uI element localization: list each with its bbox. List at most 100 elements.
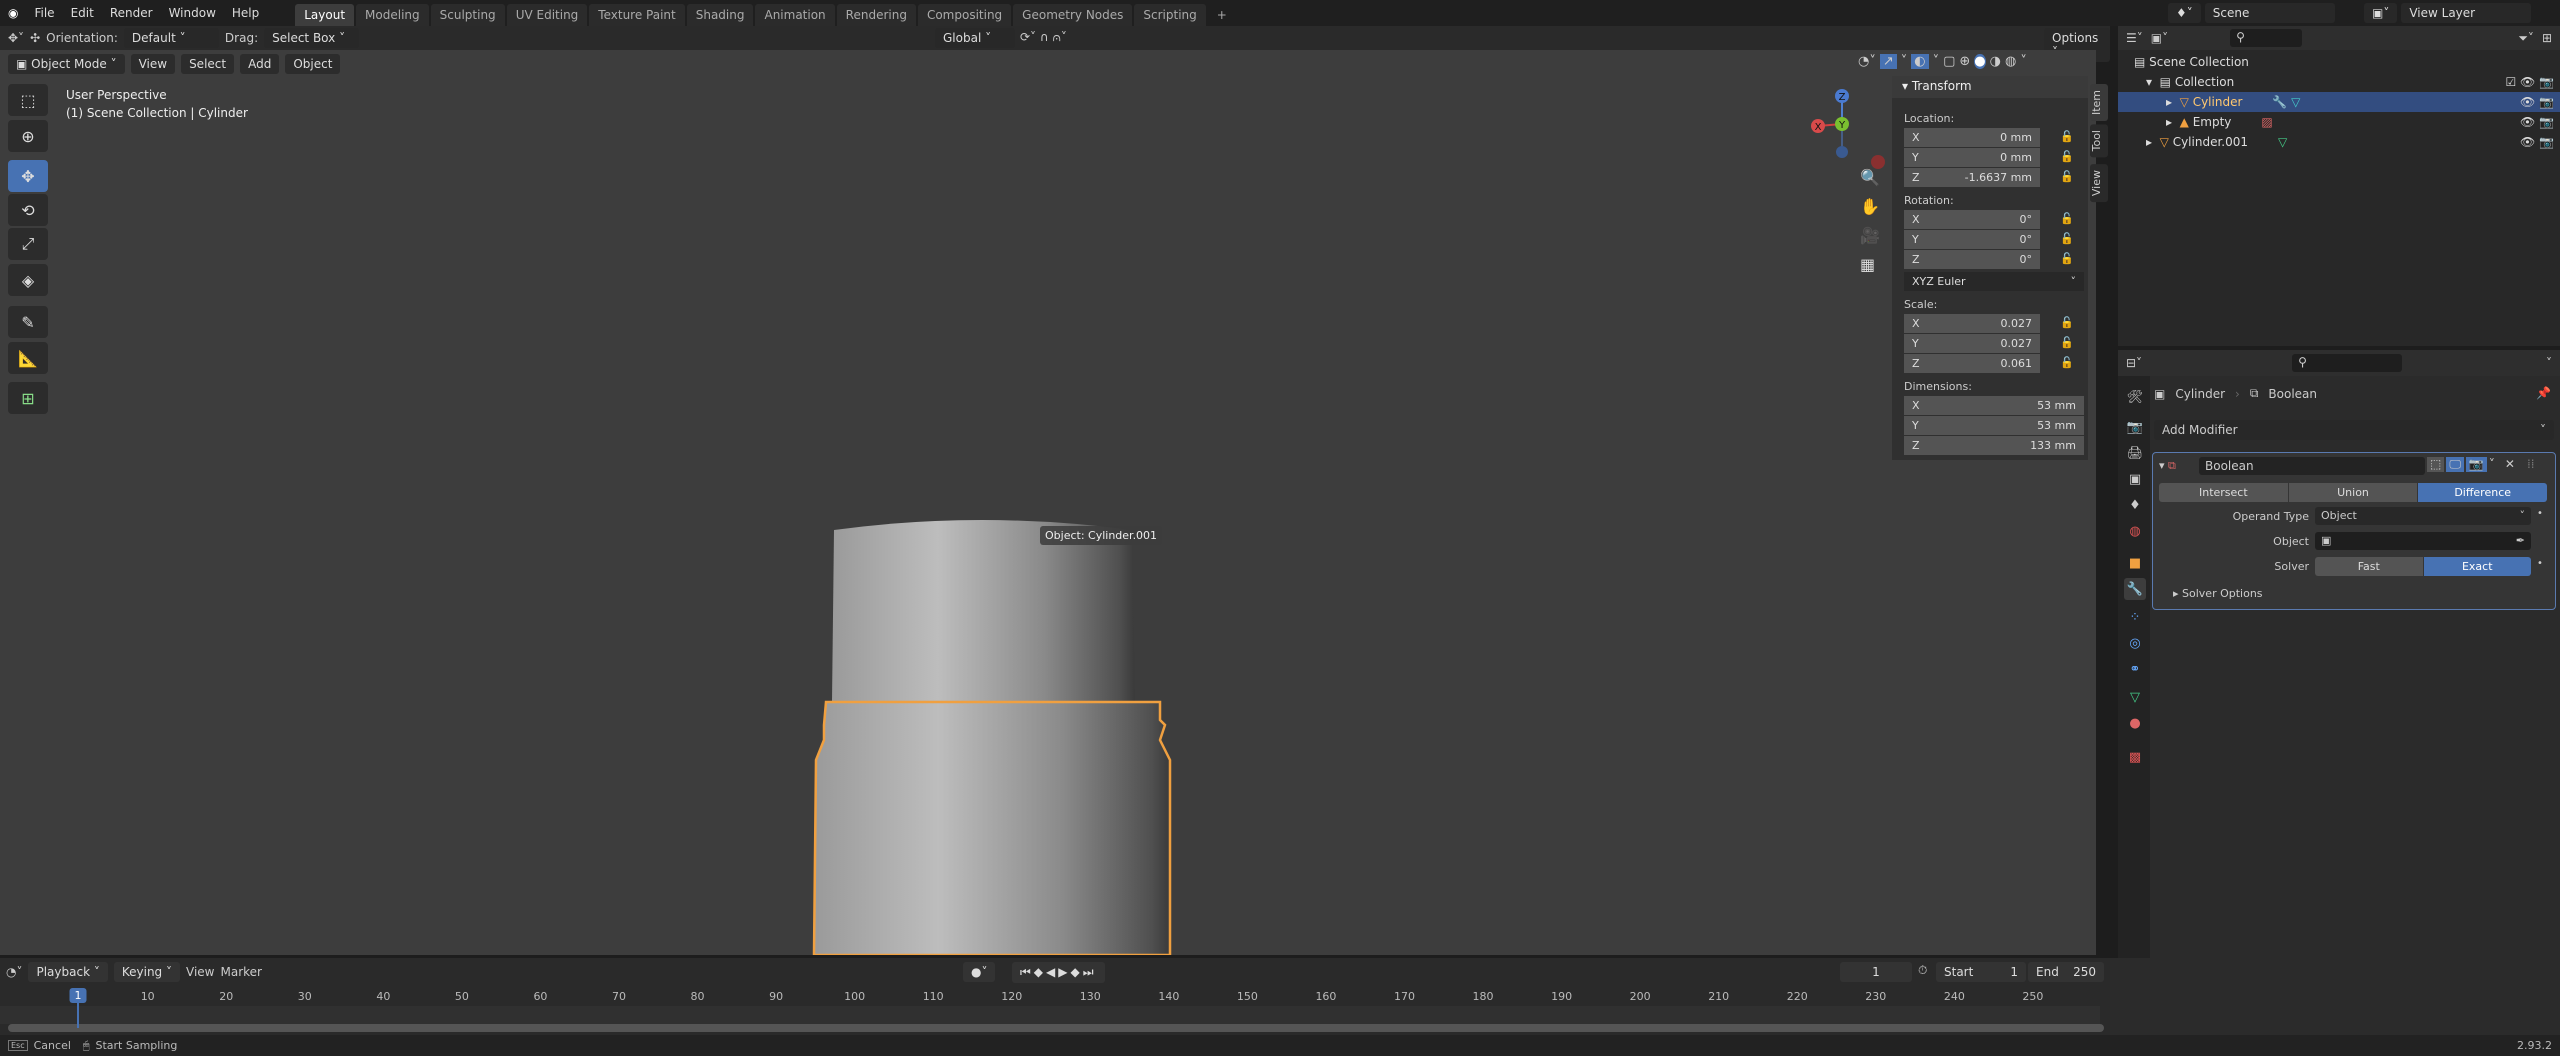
rotation-z-field[interactable]: Z 0° bbox=[1904, 250, 2040, 269]
solver-options-subpanel[interactable]: ▸ Solver Options bbox=[2173, 587, 2263, 600]
material-shading-icon[interactable]: ◑ bbox=[1990, 54, 2001, 69]
scale-tool-icon[interactable]: ⤢ bbox=[8, 228, 48, 260]
physics-tab-icon[interactable]: ◎ bbox=[2124, 632, 2146, 654]
scale-z-field[interactable]: Z 0.061 bbox=[1904, 354, 2040, 373]
rendered-shading-icon[interactable]: ◍ bbox=[2005, 54, 2016, 69]
dimensions-x-field[interactable]: X 53 mm bbox=[1904, 396, 2084, 415]
menu-render[interactable]: Render bbox=[102, 6, 161, 20]
display-mode-icon[interactable]: ☰˅ bbox=[2126, 31, 2143, 45]
operation-difference[interactable]: Difference bbox=[2418, 483, 2547, 502]
visibility-icon[interactable]: ◔˅ bbox=[1858, 54, 1876, 69]
material-tab-icon[interactable]: ● bbox=[2124, 712, 2146, 734]
lock-icon[interactable]: 🔓 bbox=[2060, 356, 2074, 369]
outliner-scene-collection[interactable]: ▤ Scene Collection bbox=[2118, 52, 2560, 72]
drag-handle-icon[interactable]: ⁞⁞ bbox=[2527, 457, 2535, 472]
expand-arrow-icon[interactable]: ▾ bbox=[2146, 75, 2160, 89]
tab-modeling[interactable]: Modeling bbox=[356, 4, 429, 26]
collapse-arrow-icon[interactable]: ▾ ⧉ bbox=[2159, 459, 2176, 473]
location-y-field[interactable]: Y 0 mm bbox=[1904, 148, 2040, 167]
lock-icon[interactable]: 🔓 bbox=[2060, 212, 2074, 225]
menu-edit[interactable]: Edit bbox=[63, 6, 102, 20]
add-workspace-button[interactable]: + bbox=[1208, 4, 1236, 26]
menu-help[interactable]: Help bbox=[224, 6, 267, 20]
tab-uv-editing[interactable]: UV Editing bbox=[506, 4, 588, 26]
solver-exact[interactable]: Exact bbox=[2423, 557, 2531, 576]
operation-intersect[interactable]: Intersect bbox=[2159, 483, 2288, 502]
pivot-icon[interactable]: ⟳˅ ∩ ⩀˅ bbox=[1020, 30, 1067, 45]
modifier-menu-icon[interactable]: ˅ bbox=[2489, 457, 2495, 472]
overlay-dropdown-icon[interactable]: ˅ bbox=[1933, 54, 1940, 69]
lock-icon[interactable]: 🔓 bbox=[2060, 252, 2074, 265]
move-tool-icon[interactable]: ✥ bbox=[8, 160, 48, 192]
texture-tab-icon[interactable]: ▩ bbox=[2124, 746, 2146, 768]
modifier-tab-icon[interactable]: 🔧 bbox=[2124, 578, 2146, 600]
playhead-frame-label[interactable]: 1 bbox=[69, 988, 87, 1003]
filter-icon[interactable]: ⏷˅ bbox=[2518, 31, 2534, 46]
tool-icon[interactable]: ✥˅ bbox=[8, 31, 24, 45]
outliner-search-input[interactable]: ⚲ bbox=[2230, 29, 2303, 47]
menu-object[interactable]: Object bbox=[285, 54, 341, 74]
grid-ortho-icon[interactable]: ▦ bbox=[1860, 255, 1880, 274]
viewport-display-toggle-icon[interactable]: 🖵 bbox=[2446, 457, 2464, 472]
camera-icon[interactable]: 🎥 bbox=[1860, 226, 1880, 245]
menu-add[interactable]: Add bbox=[240, 54, 280, 74]
blender-logo-icon[interactable]: ◉ bbox=[0, 6, 26, 20]
location-z-field[interactable]: Z -1.6637 mm bbox=[1904, 168, 2040, 187]
gizmo-neg-z-axis[interactable] bbox=[1836, 146, 1848, 158]
dimensions-z-field[interactable]: Z 133 mm bbox=[1904, 436, 2084, 455]
keyframe-dot-icon[interactable]: • bbox=[2537, 558, 2543, 569]
cylinder-selected-mesh[interactable] bbox=[812, 700, 1172, 955]
rotate-tool-icon[interactable]: ⟲ bbox=[8, 194, 48, 226]
drag-dropdown[interactable]: Select Box ˅ bbox=[264, 28, 360, 48]
pin-icon[interactable]: 📌 bbox=[2536, 386, 2551, 400]
operand-type-dropdown[interactable]: Object ˅ bbox=[2315, 507, 2531, 525]
gizmo-neg-x-axis[interactable] bbox=[1871, 155, 1885, 169]
transform-tool-icon[interactable]: ◈ bbox=[8, 264, 48, 296]
view-layer-name-field[interactable]: View Layer bbox=[2401, 3, 2532, 23]
mode-dropdown[interactable]: ▣ Object Mode ˅ bbox=[8, 54, 125, 74]
shading-dropdown-icon[interactable]: ˅ bbox=[2020, 54, 2027, 69]
3d-viewport[interactable]: ▣ Object Mode ˅ View Select Add Object ◔… bbox=[0, 50, 2096, 955]
menu-file[interactable]: File bbox=[26, 6, 62, 20]
render-toggle-icon[interactable]: 📷 bbox=[2465, 457, 2487, 472]
dimensions-y-field[interactable]: Y 53 mm bbox=[1904, 416, 2084, 435]
lock-icon[interactable]: 🔓 bbox=[2060, 150, 2074, 163]
overlay-toggle-icon[interactable]: ◐ bbox=[1911, 54, 1929, 69]
pan-hand-icon[interactable]: ✋ bbox=[1860, 197, 1880, 216]
scale-y-field[interactable]: Y 0.027 bbox=[1904, 334, 2040, 353]
operation-union[interactable]: Union bbox=[2288, 483, 2418, 502]
timeline-scrollbar[interactable] bbox=[8, 1024, 2104, 1032]
tool-tab-icon[interactable]: 🛠 bbox=[2124, 386, 2146, 408]
zoom-icon[interactable]: 🔍 bbox=[1860, 168, 1880, 187]
output-tab-icon[interactable]: 🖨 bbox=[2124, 442, 2146, 464]
new-collection-icon[interactable]: ⊞ bbox=[2542, 31, 2552, 45]
eyedropper-icon[interactable]: ✒ bbox=[2516, 534, 2525, 548]
outliner-item-cylinder-001[interactable]: ▸ ▽ Cylinder.001 ▽ 👁 📷 bbox=[2118, 132, 2560, 152]
menu-window[interactable]: Window bbox=[161, 6, 224, 20]
tab-geometry-nodes[interactable]: Geometry Nodes bbox=[1013, 4, 1133, 26]
sidebar-tab-tool[interactable]: Tool bbox=[2090, 124, 2108, 158]
tab-layout[interactable]: Layout bbox=[295, 4, 355, 26]
tab-animation[interactable]: Animation bbox=[755, 4, 835, 26]
tab-shading[interactable]: Shading bbox=[686, 4, 754, 26]
constraints-tab-icon[interactable]: ⚭ bbox=[2124, 658, 2146, 680]
options-chevron-icon[interactable]: ˅ bbox=[2546, 356, 2552, 370]
properties-search-input[interactable]: ⚲ bbox=[2292, 354, 2403, 372]
object-tab-icon[interactable]: ■ bbox=[2124, 552, 2146, 574]
orientation-dropdown[interactable]: Default ˅ bbox=[123, 28, 219, 48]
scene-name-field[interactable]: Scene bbox=[2204, 3, 2335, 23]
filter-view-layer-icon[interactable]: ▣˅ bbox=[2151, 31, 2168, 45]
measure-tool-icon[interactable]: 📐 bbox=[8, 342, 48, 374]
rotation-y-field[interactable]: Y 0° bbox=[1904, 230, 2040, 249]
tab-compositing[interactable]: Compositing bbox=[917, 4, 1012, 26]
lock-icon[interactable]: 🔓 bbox=[2060, 130, 2074, 143]
scene-icon[interactable]: ♦˅ bbox=[2168, 3, 2201, 23]
visibility-toggles[interactable]: ☑ 👁 📷 bbox=[2505, 75, 2560, 89]
cursor-tool-icon[interactable]: ⊕ bbox=[8, 120, 48, 152]
image-data-icon[interactable]: ▨ bbox=[2261, 115, 2272, 129]
tab-sculpting[interactable]: Sculpting bbox=[430, 4, 505, 26]
transform-panel-header[interactable]: ▾ Transform bbox=[1892, 76, 2088, 98]
modifier-name-field[interactable]: Boolean bbox=[2199, 457, 2425, 475]
expand-arrow-icon[interactable]: ▸ bbox=[2166, 95, 2180, 109]
scene-tab-icon[interactable]: ♦ bbox=[2124, 494, 2146, 516]
